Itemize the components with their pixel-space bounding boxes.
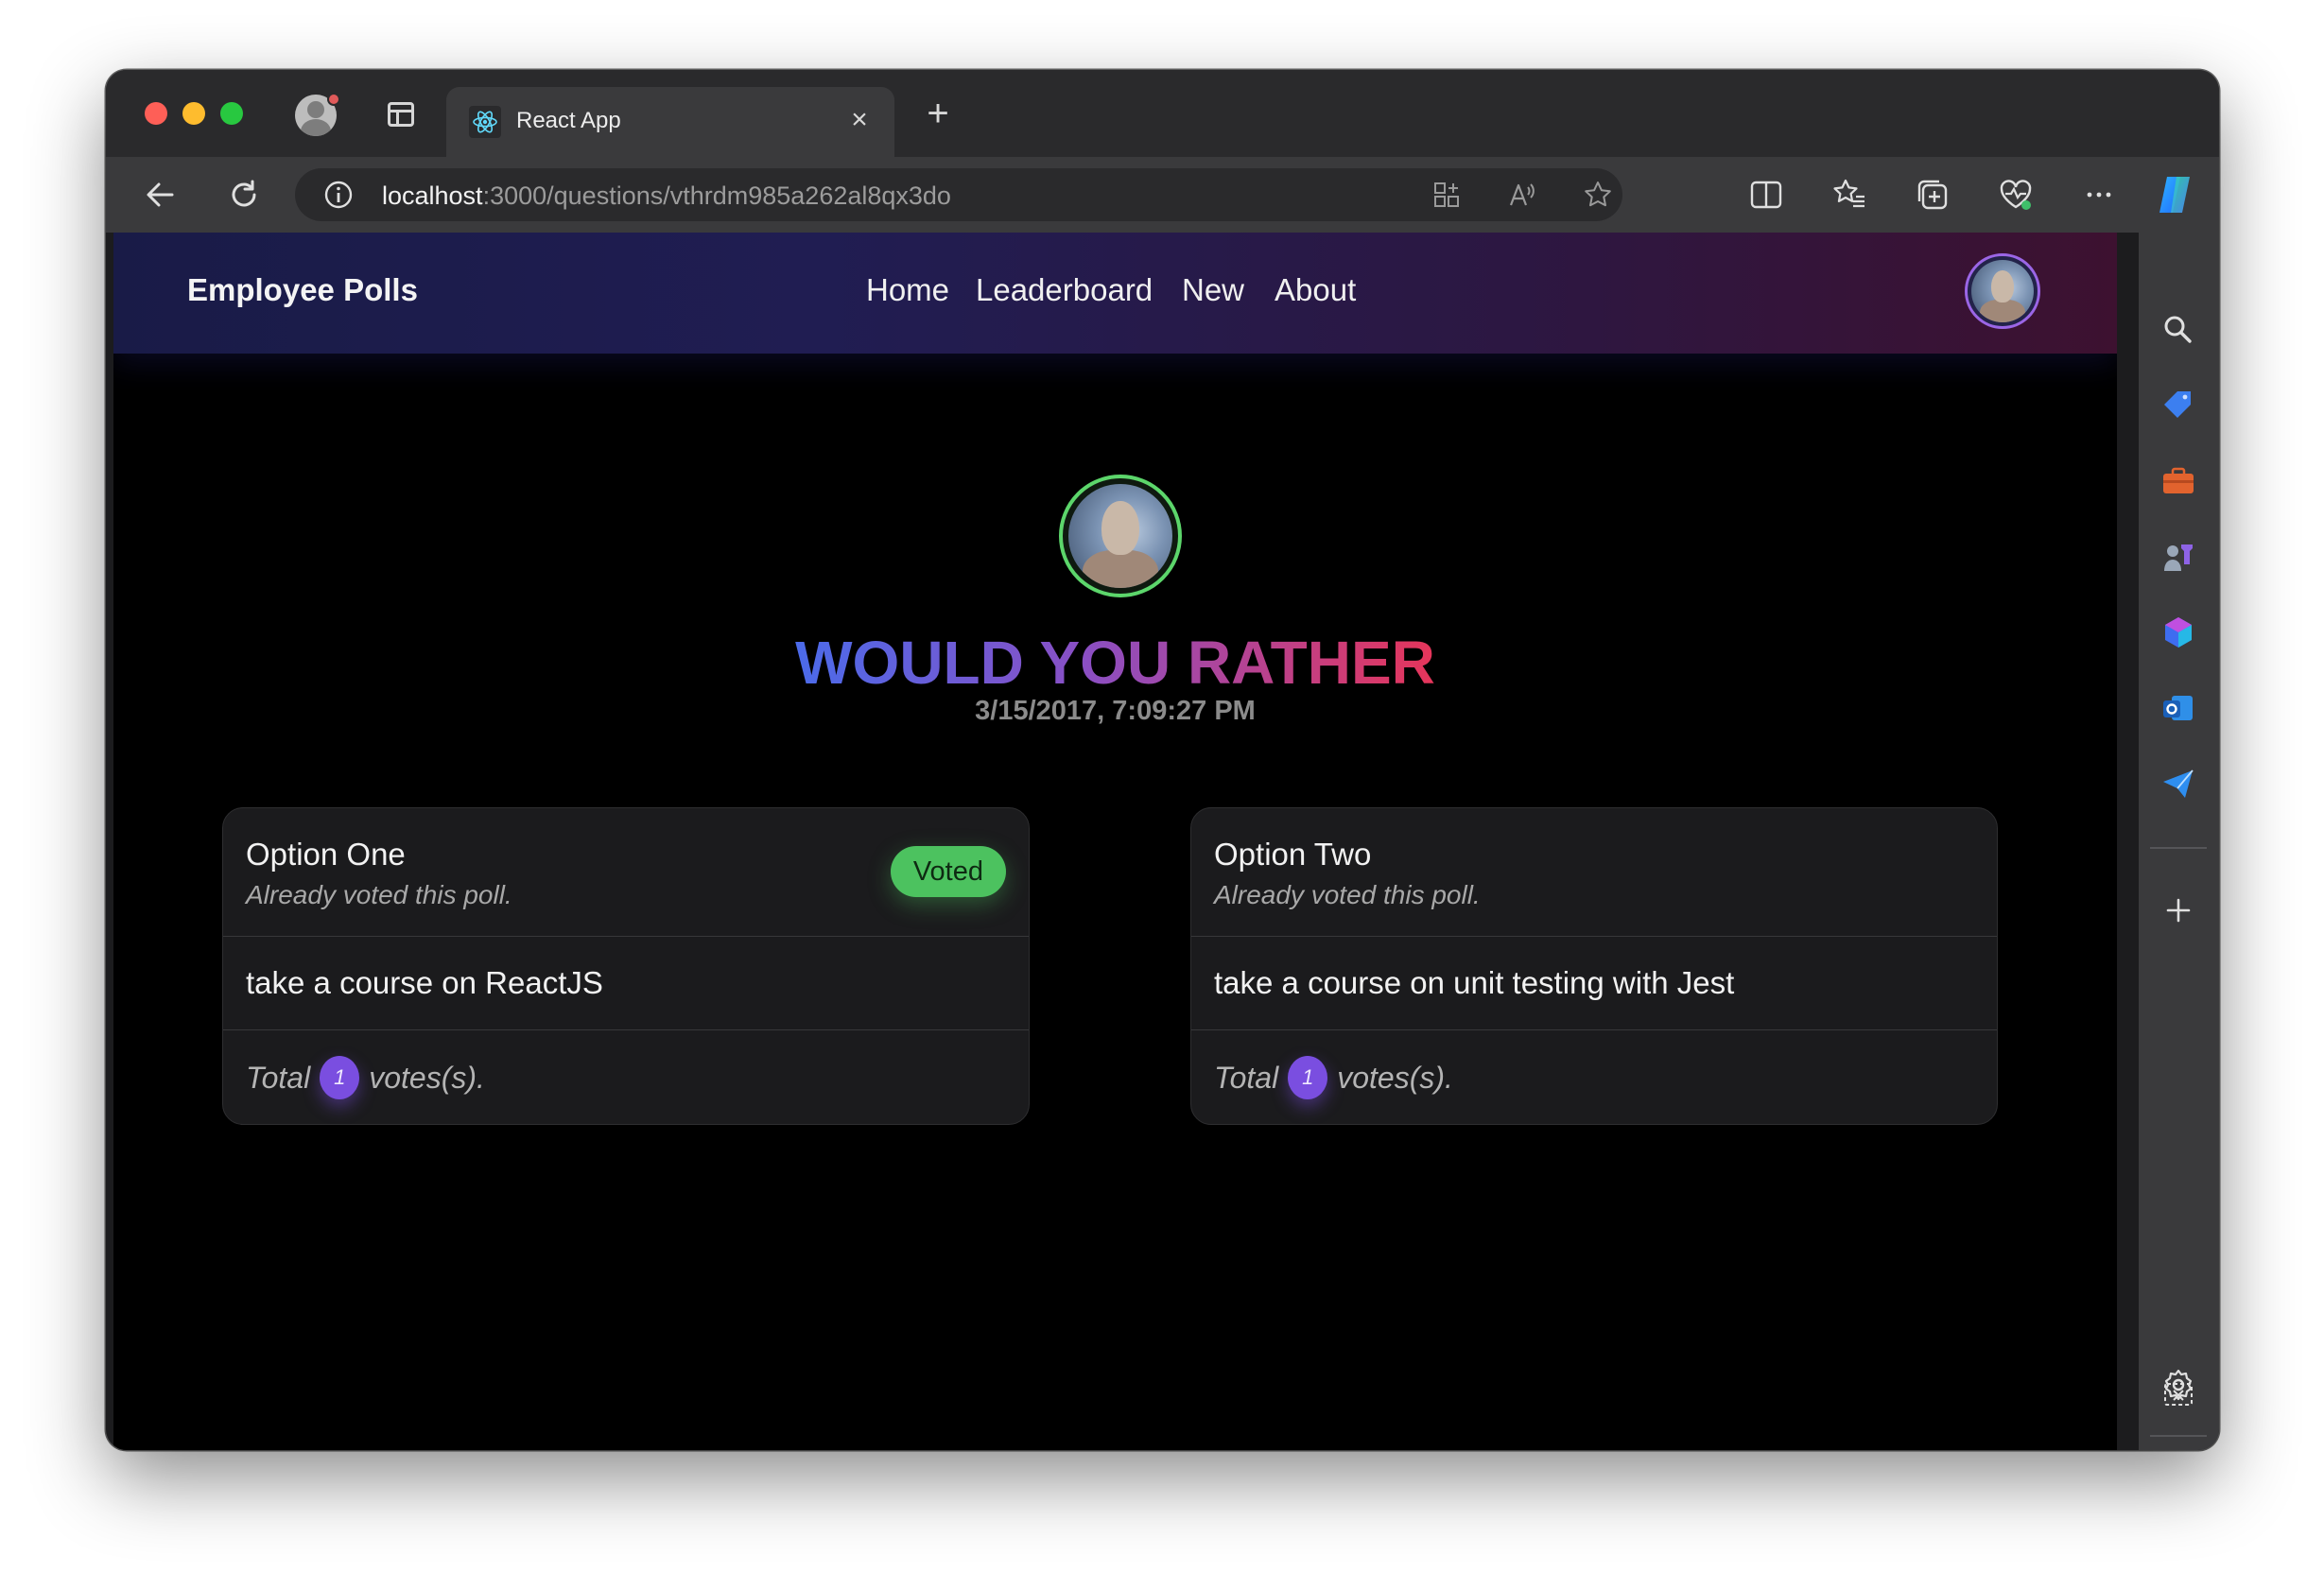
divider bbox=[1191, 1029, 1997, 1030]
option-title: Option Two bbox=[1214, 837, 1372, 872]
react-icon bbox=[469, 106, 501, 138]
nav-link-leaderboard[interactable]: Leaderboard bbox=[976, 272, 1153, 308]
poll-author-avatar bbox=[1059, 475, 1182, 597]
nav-link-about[interactable]: About bbox=[1275, 272, 1356, 308]
brand-title[interactable]: Employee Polls bbox=[187, 272, 418, 308]
tab-react-app[interactable]: React App × bbox=[446, 87, 894, 157]
microsoft-365-icon[interactable] bbox=[2159, 613, 2198, 652]
voted-badge: Voted bbox=[890, 846, 1006, 897]
refresh-icon[interactable] bbox=[223, 174, 265, 216]
total-prefix: Total bbox=[246, 1060, 311, 1095]
back-icon[interactable] bbox=[140, 174, 182, 216]
new-tab-button[interactable]: + bbox=[919, 95, 957, 132]
web-content: Employee Polls Home Leaderboard New Abou… bbox=[113, 233, 2117, 1450]
address-bar[interactable]: localhost:3000/questions/vthrdm985a262al… bbox=[295, 168, 1622, 221]
option-title: Option One bbox=[246, 837, 406, 872]
option-card-two: Option Two Already voted this poll. take… bbox=[1190, 807, 1998, 1125]
browser-essentials-icon[interactable] bbox=[1997, 176, 2035, 214]
profile-notification-dot bbox=[327, 93, 340, 106]
close-window-button[interactable] bbox=[145, 102, 167, 125]
divider bbox=[223, 1029, 1029, 1030]
poll-title: WOULD YOU RATHER bbox=[113, 628, 2117, 698]
option-vote-total: Total 1 votes(s). bbox=[1214, 1056, 1453, 1099]
vote-count-badge: 1 bbox=[1288, 1056, 1328, 1099]
total-prefix: Total bbox=[1214, 1060, 1279, 1095]
browser-toolbar: localhost:3000/questions/vthrdm985a262al… bbox=[106, 157, 2219, 233]
poll-date: 3/15/2017, 7:09:27 PM bbox=[975, 696, 1256, 726]
tools-icon[interactable] bbox=[2159, 461, 2198, 501]
option-card-one: Option One Already voted this poll. Vote… bbox=[222, 807, 1030, 1125]
search-icon[interactable] bbox=[2159, 310, 2198, 350]
add-icon[interactable] bbox=[2159, 890, 2198, 930]
favorite-icon[interactable] bbox=[1583, 180, 1613, 210]
option-card-header: Option One Already voted this poll. Vote… bbox=[223, 808, 1029, 937]
sidebar-divider bbox=[2150, 847, 2207, 849]
info-icon[interactable] bbox=[323, 180, 354, 210]
more-icon[interactable] bbox=[2080, 176, 2118, 214]
url-path: :3000/questions/vthrdm985a262al8qx3do bbox=[482, 181, 951, 210]
minimize-window-button[interactable] bbox=[182, 102, 205, 125]
favorites-icon[interactable] bbox=[1830, 176, 1868, 214]
split-screen-icon[interactable] bbox=[1747, 176, 1785, 214]
total-suffix: votes(s). bbox=[1337, 1060, 1453, 1095]
nav-link-home[interactable]: Home bbox=[866, 272, 949, 308]
apps-icon[interactable] bbox=[1431, 180, 1462, 210]
option-subtitle: Already voted this poll. bbox=[246, 880, 512, 909]
outlook-icon[interactable] bbox=[2159, 688, 2198, 728]
vote-count-badge: 1 bbox=[320, 1056, 360, 1099]
drop-icon[interactable] bbox=[2159, 764, 2198, 804]
poll-title-text: WOULD YOU RATHER bbox=[795, 629, 1435, 697]
tab-title: React App bbox=[516, 108, 621, 133]
collections-icon[interactable] bbox=[1914, 176, 1951, 214]
tab-strip: React App × + bbox=[106, 70, 2219, 157]
app-navbar: Employee Polls Home Leaderboard New Abou… bbox=[113, 233, 2117, 354]
nav-link-new[interactable]: New bbox=[1182, 272, 1244, 308]
browser-sidebar bbox=[2139, 233, 2219, 1450]
close-icon[interactable]: × bbox=[843, 104, 876, 136]
sidebar-divider bbox=[2150, 1435, 2207, 1437]
maximize-window-button[interactable] bbox=[220, 102, 243, 125]
read-aloud-icon[interactable] bbox=[1507, 180, 1537, 210]
user-avatar[interactable] bbox=[1965, 253, 2040, 329]
settings-icon[interactable] bbox=[2159, 1365, 2198, 1405]
shopping-icon[interactable] bbox=[2159, 386, 2198, 425]
games-icon[interactable] bbox=[2159, 537, 2198, 577]
option-text: take a course on ReactJS bbox=[246, 965, 603, 1000]
option-subtitle: Already voted this poll. bbox=[1214, 880, 1481, 909]
copilot-icon[interactable] bbox=[2152, 171, 2199, 218]
total-suffix: votes(s). bbox=[369, 1060, 485, 1095]
option-vote-total: Total 1 votes(s). bbox=[246, 1056, 485, 1099]
tab-actions-icon[interactable] bbox=[388, 102, 414, 127]
browser-window: React App × + localhost:3000/questions/v… bbox=[106, 70, 2219, 1450]
url-text[interactable]: localhost:3000/questions/vthrdm985a262al… bbox=[382, 181, 951, 211]
url-host: localhost bbox=[382, 181, 483, 210]
option-card-header: Option Two Already voted this poll. bbox=[1191, 808, 1997, 937]
option-text: take a course on unit testing with Jest bbox=[1214, 965, 1735, 1000]
